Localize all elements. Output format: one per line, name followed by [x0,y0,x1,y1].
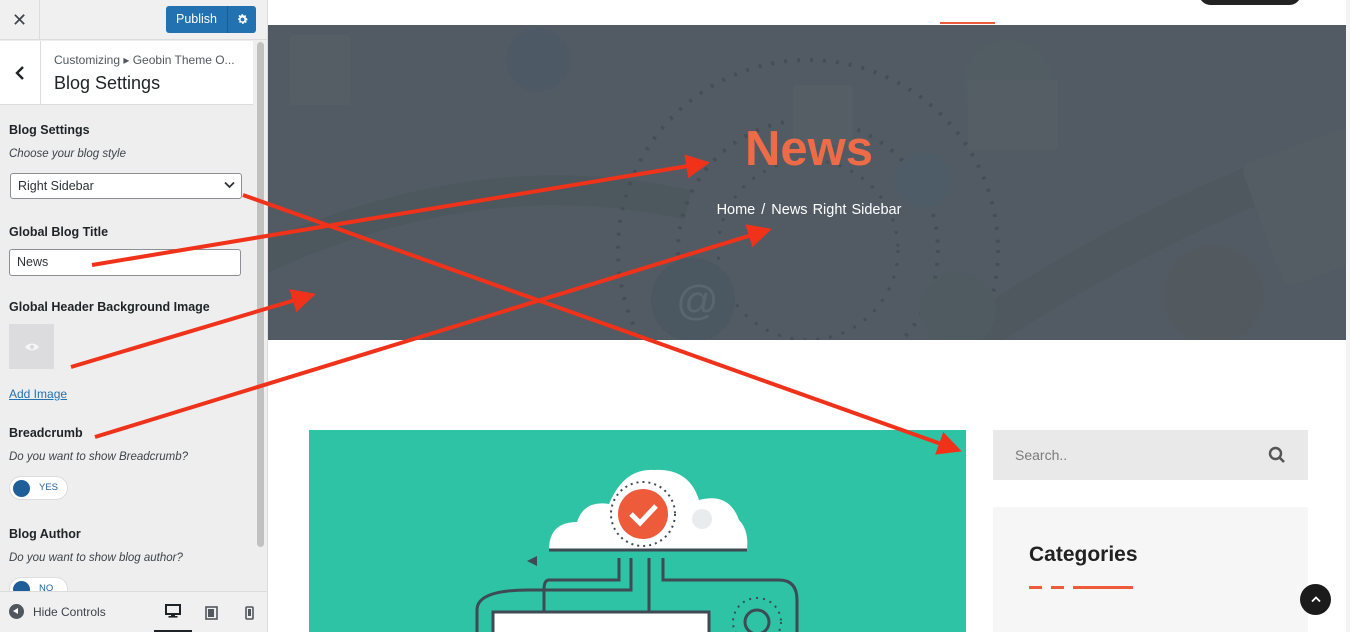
customizer-footer: Hide Controls [0,591,267,632]
blog-style-select[interactable]: Right Sidebar [10,173,242,199]
global-blog-title-label: Global Blog Title [9,225,109,239]
publish-group: Publish [166,6,256,33]
header-bg-image-label: Global Header Background Image [9,300,210,314]
hero-breadcrumb: Home / News Right Sidebar [268,202,1350,218]
gear-icon [237,14,248,24]
hide-controls-button[interactable]: Hide Controls [9,604,106,619]
blog-author-label: Blog Author [9,527,81,541]
blog-settings-heading: Blog Settings [9,123,90,137]
search-placeholder: Search.. [1015,447,1068,463]
customizer-breadcrumb: Customizing ▸ Geobin Theme O... [54,53,235,67]
breadcrumb-separator: / [761,202,766,218]
chevron-up-icon [1310,596,1321,603]
add-image-link[interactable]: Add Image [9,387,67,401]
eye-icon [24,343,39,350]
preview-tablet-button[interactable] [192,592,230,632]
post-featured-image[interactable] [309,430,966,632]
preview-mobile-button[interactable] [230,592,268,632]
breadcrumb-current: News Right Sidebar [771,202,902,218]
collapse-icon [9,604,24,619]
categories-widget: Categories [993,507,1308,632]
hide-controls-label: Hide Controls [33,604,106,619]
blog-style-value: Right Sidebar [18,179,94,193]
preview-scrollbar [1346,0,1350,632]
chevron-left-icon [15,66,24,80]
mobile-icon [244,605,254,620]
preview-desktop-button[interactable] [154,592,192,632]
breadcrumb-description: Do you want to show Breadcrumb? [9,451,188,463]
hero-overlay [268,25,1350,340]
hero-title: News [744,122,873,176]
sidebar-search-input[interactable]: Search.. [993,430,1308,480]
search-icon[interactable] [1268,446,1286,464]
cloud-illustration [475,469,799,632]
active-nav-indicator [940,22,995,24]
categories-title: Categories [1029,543,1138,566]
breadcrumb-toggle[interactable]: YES [9,476,68,500]
desktop-icon [165,604,181,618]
scrollbar-thumb[interactable] [257,42,264,547]
blog-author-description: Do you want to show blog author? [9,552,183,564]
scroll-to-top-button[interactable] [1300,584,1331,615]
publish-settings-button[interactable] [227,6,256,33]
close-customizer-button[interactable]: ✕ [0,0,40,40]
header-bg-image-placeholder[interactable] [9,324,54,369]
page-hero-banner: @ News Home/News Right Sidebar [268,25,1350,340]
global-blog-title-input[interactable]: News [9,249,241,276]
blog-style-description: Choose your blog style [9,148,126,160]
title-underline-dash [1051,586,1064,589]
toggle-knob [13,480,30,497]
title-underline-dash [1029,586,1042,589]
header-cta-button[interactable] [1199,0,1301,5]
tablet-icon [204,605,218,620]
customizer-topbar: ✕ Publish [0,0,267,40]
chevron-down-icon [224,181,235,189]
title-underline-bar [1073,586,1133,589]
site-header [268,0,1350,25]
publish-button[interactable]: Publish [166,6,227,33]
section-header: Customizing ▸ Geobin Theme O... Blog Set… [0,41,253,105]
back-button[interactable] [0,41,41,105]
breadcrumb-toggle-label: YES [39,482,59,493]
breadcrumb-label: Breadcrumb [9,426,83,440]
breadcrumb-home-link[interactable]: Home [717,202,756,218]
site-preview: @ News Home/News Right Sidebar Search.. [268,0,1350,632]
close-icon: ✕ [11,9,28,30]
section-title: Blog Settings [54,73,161,93]
customizer-sidebar: ✕ Publish Customizing ▸ Geobin Theme O..… [0,0,268,632]
